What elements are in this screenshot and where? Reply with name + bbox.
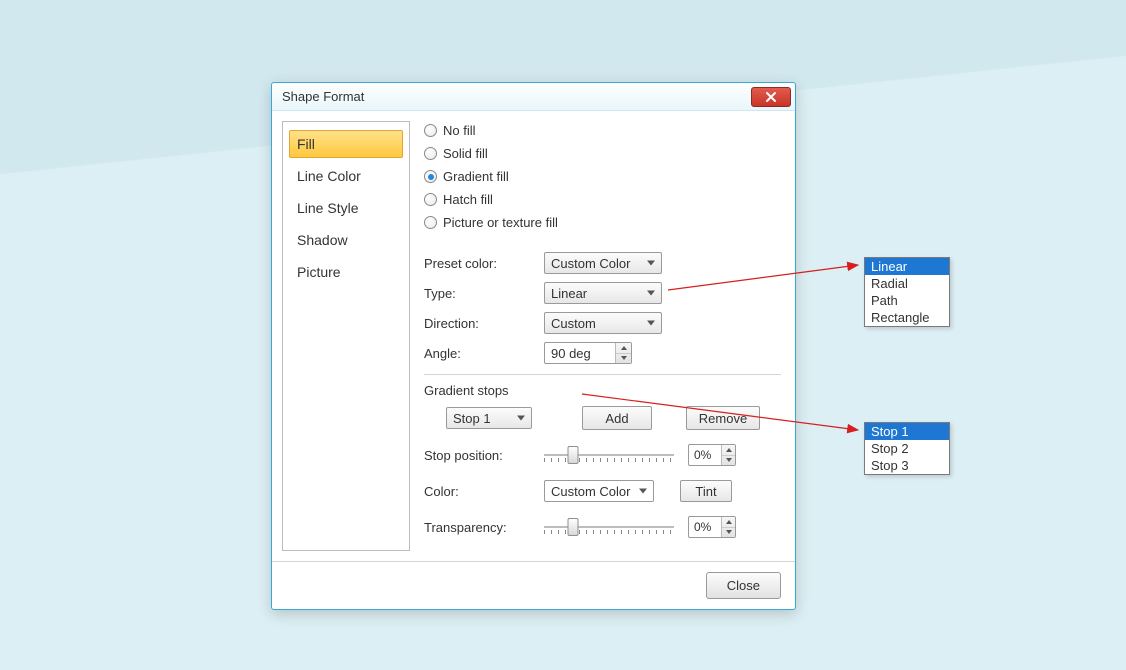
spinner-arrows[interactable] (615, 343, 631, 363)
type-option-linear[interactable]: Linear (865, 258, 949, 275)
radio-label: Gradient fill (443, 169, 509, 184)
angle-spinner[interactable]: 90 deg (544, 342, 632, 364)
type-combo[interactable]: Linear (544, 282, 662, 304)
remove-button[interactable]: Remove (686, 406, 760, 430)
chevron-up-icon (621, 346, 627, 350)
chevron-up-icon (726, 448, 732, 452)
stop-option-2[interactable]: Stop 2 (865, 440, 949, 457)
radio-picture-texture-fill[interactable] (424, 216, 437, 229)
radio-label: Picture or texture fill (443, 215, 558, 230)
close-icon-button[interactable] (751, 87, 791, 107)
stop-option-1[interactable]: Stop 1 (865, 423, 949, 440)
radio-gradient-fill[interactable] (424, 170, 437, 183)
angle-label: Angle: (424, 346, 544, 361)
transparency-slider[interactable] (544, 518, 674, 536)
gradient-stops-label: Gradient stops (424, 383, 781, 398)
stop-position-slider[interactable] (544, 446, 674, 464)
direction-combo[interactable]: Custom (544, 312, 662, 334)
transparency-label: Transparency: (424, 520, 544, 535)
radio-no-fill[interactable] (424, 124, 437, 137)
color-combo[interactable]: Custom Color (544, 480, 654, 502)
direction-label: Direction: (424, 316, 544, 331)
category-sidebar: Fill Line Color Line Style Shadow Pictur… (282, 121, 410, 551)
type-option-rectangle[interactable]: Rectangle (865, 309, 949, 326)
close-icon (765, 91, 777, 103)
radio-label: No fill (443, 123, 476, 138)
type-option-radial[interactable]: Radial (865, 275, 949, 292)
radio-hatch-fill[interactable] (424, 193, 437, 206)
sidebar-item-line-color[interactable]: Line Color (289, 162, 403, 190)
preset-color-combo[interactable]: Custom Color (544, 252, 662, 274)
chevron-down-icon (621, 356, 627, 360)
shape-format-dialog: Shape Format Fill Line Color Line Style … (271, 82, 796, 610)
stop-position-label: Stop position: (424, 448, 544, 463)
stop-position-spinner[interactable]: 0% (688, 444, 736, 466)
preset-color-label: Preset color: (424, 256, 544, 271)
dialog-title: Shape Format (282, 89, 364, 104)
transparency-spinner[interactable]: 0% (688, 516, 736, 538)
sidebar-item-shadow[interactable]: Shadow (289, 226, 403, 254)
sidebar-item-picture[interactable]: Picture (289, 258, 403, 286)
sidebar-item-fill[interactable]: Fill (289, 130, 403, 158)
sidebar-item-line-style[interactable]: Line Style (289, 194, 403, 222)
color-label: Color: (424, 484, 544, 499)
close-button[interactable]: Close (706, 572, 781, 599)
dialog-titlebar[interactable]: Shape Format (272, 83, 795, 111)
stops-dropdown-list[interactable]: Stop 1 Stop 2 Stop 3 (864, 422, 950, 475)
radio-label: Solid fill (443, 146, 488, 161)
chevron-down-icon (726, 458, 732, 462)
type-dropdown-list[interactable]: Linear Radial Path Rectangle (864, 257, 950, 327)
fill-panel: No fill Solid fill Gradient fill Hatch f… (420, 121, 785, 551)
radio-solid-fill[interactable] (424, 147, 437, 160)
type-label: Type: (424, 286, 544, 301)
type-option-path[interactable]: Path (865, 292, 949, 309)
stops-combo[interactable]: Stop 1 (446, 407, 532, 429)
tint-button[interactable]: Tint (680, 480, 732, 502)
add-button[interactable]: Add (582, 406, 652, 430)
chevron-up-icon (726, 520, 732, 524)
chevron-down-icon (726, 530, 732, 534)
radio-label: Hatch fill (443, 192, 493, 207)
stop-option-3[interactable]: Stop 3 (865, 457, 949, 474)
